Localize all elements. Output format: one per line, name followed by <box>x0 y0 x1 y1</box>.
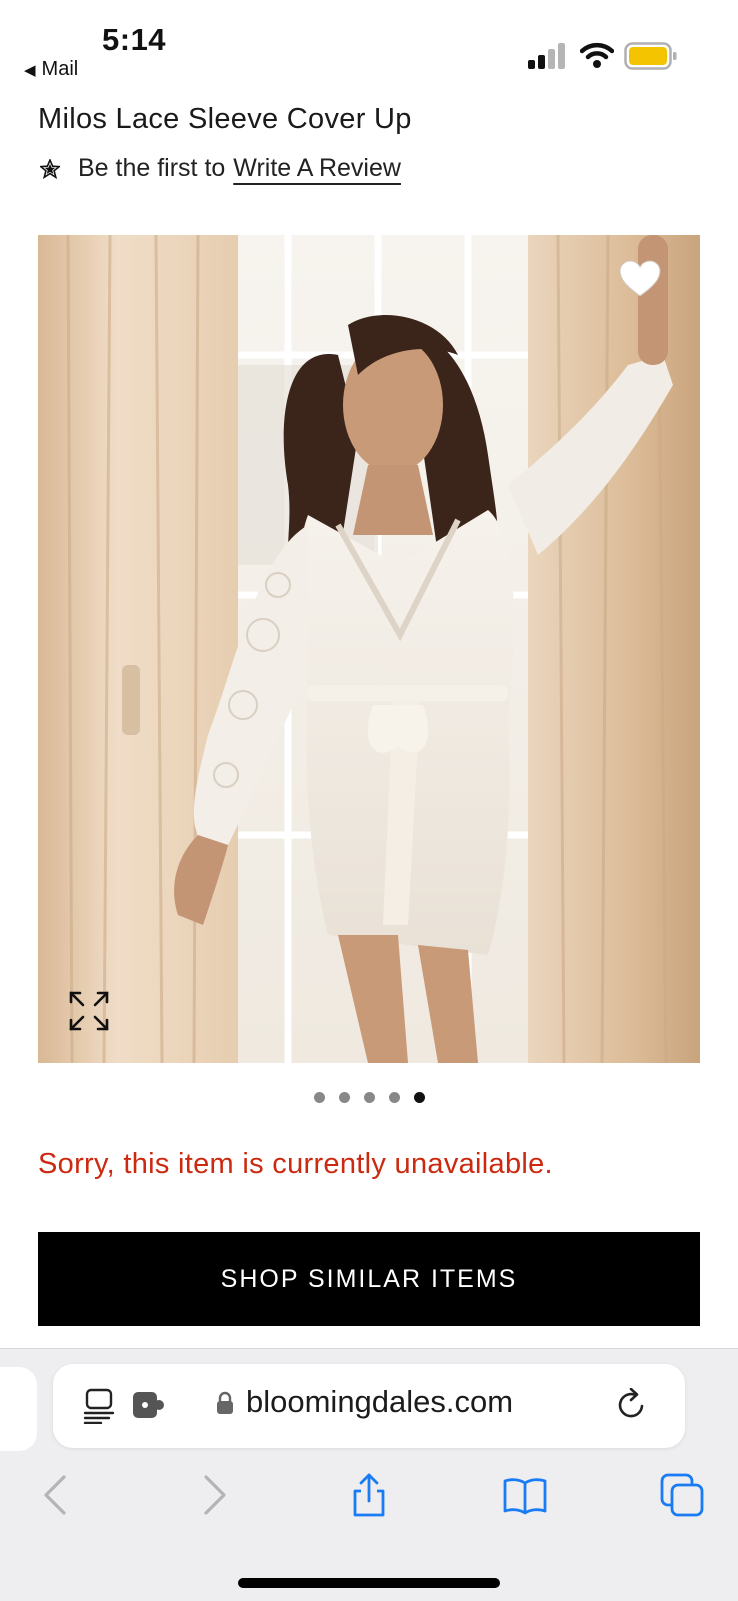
home-indicator <box>238 1578 500 1588</box>
extension-icon[interactable] <box>133 1390 165 1420</box>
forward-icon[interactable] <box>192 1473 236 1517</box>
carousel-dots <box>0 1092 738 1103</box>
carousel-dot[interactable] <box>338 1092 350 1103</box>
product-photo <box>38 235 700 1063</box>
wifi-icon <box>580 42 614 68</box>
battery-icon <box>624 42 677 70</box>
expand-icon[interactable] <box>68 990 110 1032</box>
carousel-dot[interactable] <box>388 1092 400 1103</box>
shop-similar-button[interactable]: SHOP SIMILAR ITEMS <box>38 1232 700 1326</box>
status-time: 5:14 <box>102 22 167 57</box>
browser-chrome: bloomingdales.com <box>0 1348 738 1601</box>
write-review-link[interactable]: Write A Review <box>233 154 401 183</box>
back-to-mail-label: Mail <box>41 58 79 80</box>
reload-icon[interactable] <box>616 1388 648 1422</box>
product-image[interactable] <box>38 235 700 1063</box>
back-icon[interactable] <box>34 1473 78 1517</box>
back-to-mail-button[interactable]: ◀ Mail <box>24 58 78 81</box>
unavailable-message: Sorry, this item is currently unavailabl… <box>38 1148 553 1180</box>
status-bar: 5:14 ◀ Mail <box>0 0 738 96</box>
share-icon[interactable] <box>347 1473 391 1517</box>
reader-icon[interactable] <box>83 1388 115 1424</box>
product-title: Milos Lace Sleeve Cover Up <box>38 103 412 135</box>
carousel-dot-active[interactable] <box>413 1092 425 1103</box>
previous-tab-preview[interactable] <box>0 1367 37 1451</box>
address-bar[interactable]: bloomingdales.com <box>53 1364 685 1448</box>
star-icon <box>40 158 60 179</box>
bookmarks-icon[interactable] <box>503 1473 547 1517</box>
url-domain[interactable]: bloomingdales.com <box>246 1384 513 1420</box>
browser-toolbar <box>0 1473 738 1529</box>
tabs-icon[interactable] <box>660 1473 704 1517</box>
heart-icon[interactable] <box>618 259 662 299</box>
carousel-dot[interactable] <box>313 1092 325 1103</box>
cellular-signal-icon <box>528 43 565 69</box>
back-triangle-icon: ◀ <box>24 61 36 79</box>
lock-icon <box>217 1391 233 1414</box>
carousel-dot[interactable] <box>363 1092 375 1103</box>
review-row: Be the first to Write A Review <box>38 154 401 183</box>
review-prefix: Be the first to <box>78 154 226 182</box>
